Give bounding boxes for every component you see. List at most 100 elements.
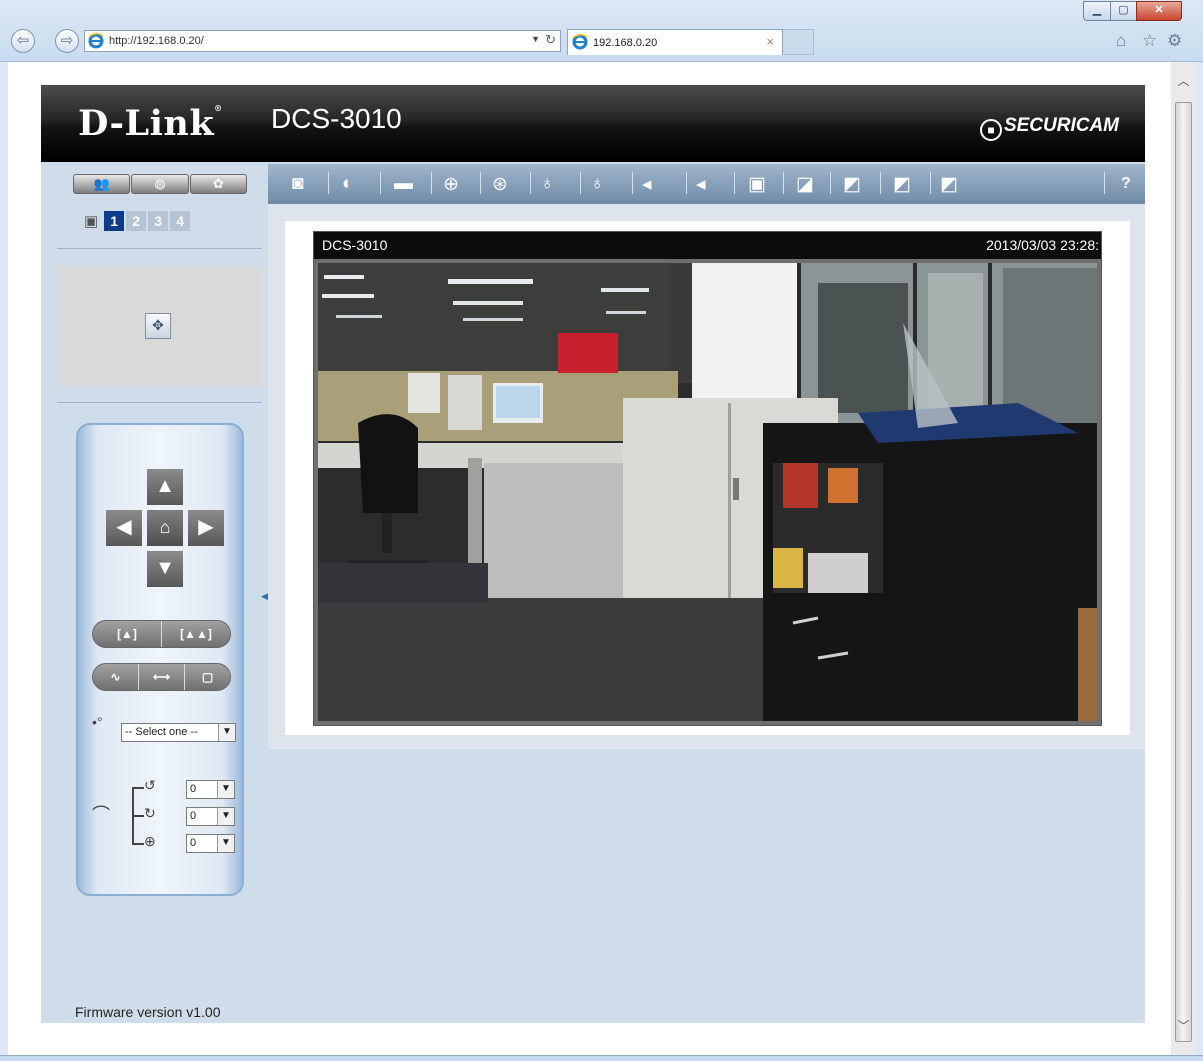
auto-pan-icon[interactable]: ⟷	[139, 664, 185, 690]
ptz-move-icon[interactable]: ✥	[145, 313, 171, 339]
model-title: DCS-3010	[271, 103, 402, 134]
chevron-down-icon: ▼	[217, 808, 234, 825]
preset-icon: •°	[92, 714, 103, 730]
toolbar-separator	[380, 172, 381, 194]
tab-title: 192.168.0.20	[593, 37, 658, 49]
brand-name: D-Link	[78, 103, 215, 144]
stop-icon[interactable]: ▢	[185, 664, 230, 690]
zoom-speed-icon: ⊕	[144, 833, 156, 849]
channel-selector: ▣ 1 2 3 4	[84, 211, 192, 231]
video-area: DCS-3010 2013/03/03 23:28:	[268, 204, 1145, 749]
pan-speed-value: 0	[190, 783, 197, 795]
patrol-icon[interactable]: ∿	[93, 664, 139, 690]
scroll-thumb[interactable]	[1175, 102, 1192, 1042]
chevron-down-icon: ▼	[217, 835, 234, 852]
toolbar-separator	[686, 172, 687, 194]
fullscreen-icon[interactable]: ▣	[748, 173, 766, 196]
toolbar-separator	[880, 172, 881, 194]
zoom-speed-select[interactable]: 0 ▼	[186, 834, 235, 853]
top-icon-group: 👥 ◍ ✿	[73, 174, 248, 194]
minimize-button[interactable]: ▁	[1083, 1, 1111, 21]
close-window-button[interactable]: ✕	[1136, 1, 1182, 21]
new-tab-button[interactable]	[783, 29, 814, 55]
tilt-down-button[interactable]: ▼	[147, 551, 183, 587]
patrol-pill: ∿ ⟷ ▢	[92, 663, 231, 691]
pan-left-button[interactable]: ◀	[106, 510, 142, 546]
video-overlay-bar: DCS-3010 2013/03/03 23:28:	[314, 232, 1101, 259]
record-icon[interactable]: ◐	[342, 173, 353, 195]
pan-speed-select[interactable]: 0 ▼	[186, 780, 235, 799]
pan-speed-icon: ↺	[144, 777, 156, 793]
microphone-mute-icon[interactable]: ♁	[590, 173, 604, 195]
pan-right-button[interactable]: ▶	[188, 510, 224, 546]
digital-zoom-icon[interactable]: ⊕	[443, 173, 459, 196]
speaker-mute-icon[interactable]: ◂	[696, 173, 706, 196]
securicam-text: SECURICAM	[1003, 115, 1119, 136]
settings-gear-icon[interactable]: ✿	[189, 174, 247, 194]
maximize-button[interactable]: ▢	[1110, 1, 1137, 21]
vertical-scrollbar[interactable]: ︿ ﹀	[1171, 62, 1196, 1055]
video-scene-image	[314, 259, 1101, 725]
tab-close-icon[interactable]: ×	[766, 34, 774, 49]
forward-button[interactable]: ⇨	[55, 29, 79, 53]
users-icon[interactable]: 👥	[73, 174, 131, 194]
scroll-down-arrow-icon[interactable]: ﹀	[1171, 1017, 1196, 1034]
speaker-volume-icon[interactable]: ◂	[642, 173, 652, 196]
resize-25-icon[interactable]: ◩	[940, 173, 958, 196]
zoom-wide-button[interactable]: [▲▲]	[162, 621, 230, 647]
collapse-panel-icon[interactable]: ◀	[261, 591, 268, 602]
zoom-in-button[interactable]: [▲]	[93, 621, 162, 647]
address-bar[interactable]: http://192.168.0.20/ ▼ ↻	[84, 30, 561, 52]
channel-1-button[interactable]: 1	[104, 211, 125, 231]
browser-tab[interactable]: 192.168.0.20 ×	[567, 29, 783, 55]
securicam-logo: ■ SECURICAM	[979, 115, 1119, 141]
ptz-control-pad: ▲ ◀ ⌂ ▶ ▼ [▲] [▲▲] ∿ ⟷ ▢ •° -- Select on…	[76, 423, 244, 896]
divider	[57, 402, 262, 403]
toolbar-separator	[734, 172, 735, 194]
tilt-speed-select[interactable]: 0 ▼	[186, 807, 235, 826]
camera-page: D-Link® DCS-3010 ■ SECURICAM 👥 ◍ ✿ ▣ 1 2 …	[41, 85, 1145, 1023]
ie-logo-icon	[88, 33, 104, 49]
toolbar-separator	[480, 172, 481, 194]
live-video-stream[interactable]: DCS-3010 2013/03/03 23:28:	[313, 231, 1102, 726]
ptz-mini-panel: ✥	[57, 267, 262, 387]
tools-gear-icon[interactable]: ⚙	[1167, 31, 1182, 51]
channel-3-button[interactable]: 3	[148, 211, 169, 231]
preset-select[interactable]: -- Select one -- ▼	[121, 723, 236, 742]
help-button[interactable]: ?	[1121, 175, 1131, 193]
url-text: http://192.168.0.20/	[109, 35, 204, 47]
microphone-volume-icon[interactable]: ♁	[540, 173, 554, 195]
firmware-version: Firmware version v1.00	[75, 1004, 221, 1020]
zoom-reset-icon[interactable]: ⊛	[492, 173, 508, 196]
refresh-icon[interactable]: ↻	[545, 32, 556, 48]
address-dropdown-icon[interactable]: ▼	[531, 34, 540, 44]
left-panel: 👥 ◍ ✿ ▣ 1 2 3 4 ✥ ▲ ◀ ⌂ ▶ ▼ [▲] [▲▲] ∿ ⟷…	[41, 162, 268, 1022]
channel-2-button[interactable]: 2	[126, 211, 147, 231]
resize-icon[interactable]: ◪	[796, 173, 814, 196]
favorites-star-icon[interactable]: ☆	[1142, 31, 1157, 51]
ptz-home-button[interactable]: ⌂	[147, 510, 183, 546]
back-button[interactable]: ⇦	[11, 29, 35, 53]
chevron-down-icon: ▼	[217, 781, 234, 798]
snapshot-icon[interactable]: ◙	[292, 173, 303, 195]
zoom-pill: [▲] [▲▲]	[92, 620, 231, 648]
office-scene-image	[318, 263, 1097, 721]
folder-icon[interactable]: ▬	[394, 173, 413, 195]
tilt-up-button[interactable]: ▲	[147, 469, 183, 505]
preset-select-value: -- Select one --	[125, 726, 198, 738]
channel-4-button[interactable]: 4	[170, 211, 191, 231]
toolbar-separator	[783, 172, 784, 194]
resize-50-icon[interactable]: ◩	[893, 173, 911, 196]
tilt-speed-value: 0	[190, 810, 197, 822]
home-icon[interactable]: ⌂	[1116, 31, 1126, 51]
speed-control-tree: ⌒ ↺ ↻ ⊕	[88, 777, 168, 857]
zoom-speed-value: 0	[190, 837, 197, 849]
globe-icon[interactable]: ◍	[131, 174, 189, 194]
overlay-timestamp: 2013/03/03 23:28:	[986, 237, 1099, 253]
toolbar-separator	[328, 172, 329, 194]
chevron-down-icon: ▼	[218, 724, 235, 741]
window-bottom-border	[0, 1055, 1203, 1061]
speed-gauge-icon: ⌒	[92, 805, 110, 825]
resize-100-icon[interactable]: ◩	[843, 173, 861, 196]
scroll-up-arrow-icon[interactable]: ︿	[1171, 72, 1196, 89]
